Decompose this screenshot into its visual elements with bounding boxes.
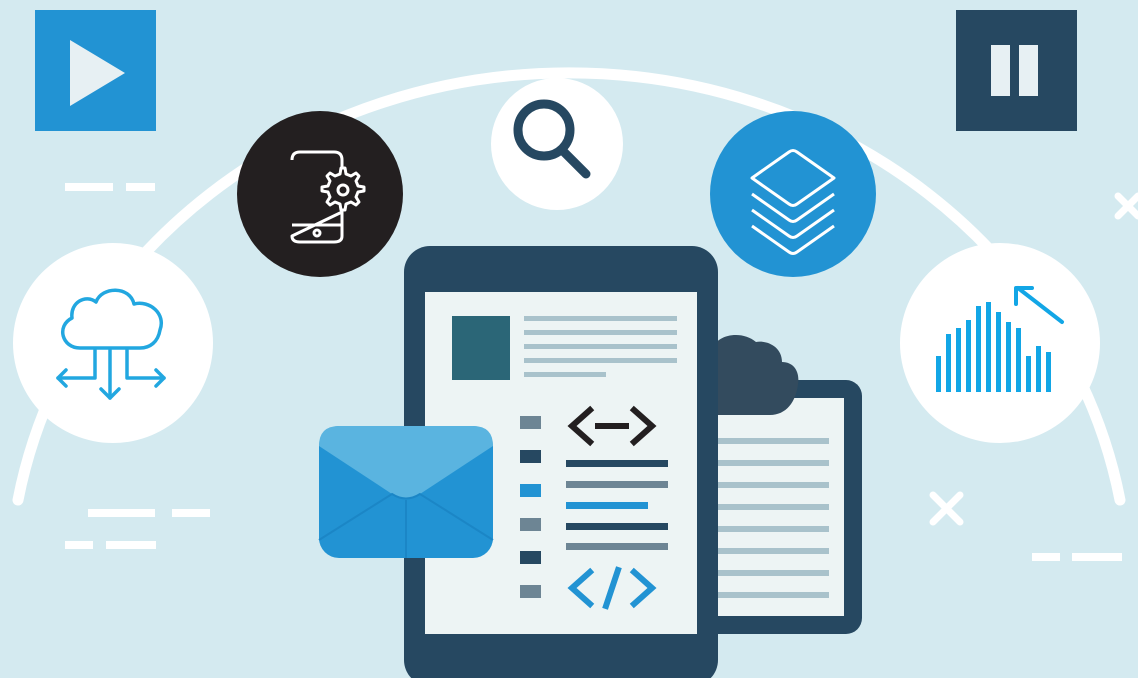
image-placeholder [452,316,510,380]
pause-button[interactable] [956,10,1077,131]
envelope-icon [318,426,494,558]
cloud-network-badge [13,243,213,443]
analytics-badge [900,243,1100,443]
search-badge [491,78,623,210]
layers-badge [710,111,876,277]
scene-svg [12,10,1138,678]
play-button[interactable] [35,10,156,131]
mobile-settings-badge [237,111,403,277]
illustration-scene [0,0,1138,678]
